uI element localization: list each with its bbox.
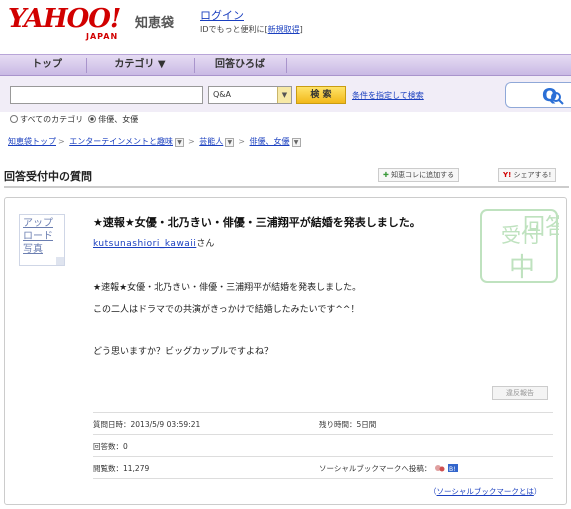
bookmark-icons[interactable]: B! [434, 463, 460, 473]
login-link[interactable]: ログイン [200, 7, 244, 23]
meta-divider [93, 412, 553, 413]
avatar-corner [56, 257, 64, 265]
nav-tab-top[interactable]: トップ [14, 55, 80, 75]
stamp-text: 中 [509, 253, 535, 283]
yahoo-share-icon: Y! [503, 171, 512, 179]
scope-all-label: すべてのカテゴリ [20, 115, 84, 124]
chevron-down-icon[interactable]: ▼ [225, 138, 235, 147]
section-divider [4, 186, 569, 188]
login-sub-prefix: IDでもっと便利に[ [200, 25, 268, 34]
service-name: 知恵袋 [135, 16, 175, 31]
question-title: ★速報★女優・北乃きい・俳優・三浦翔平が結婚を発表しました。 [93, 216, 421, 229]
bookmark-link-prefix: （ [429, 487, 437, 496]
question-body-line: どう思いますか？ビッグカップルですよね？ [93, 347, 274, 357]
search-input[interactable] [10, 86, 203, 104]
share-button[interactable]: Y! シェアする! [498, 168, 557, 182]
breadcrumb-item[interactable]: 知恵袋トップ [8, 137, 56, 146]
nav-tab-category[interactable]: カテゴリ ▼ [92, 55, 188, 75]
view-count: 閲覧数：11,279 [93, 464, 150, 473]
avatar-text-line: 写真 [23, 244, 43, 255]
accepting-answers-stamp: 受付 回答 中 [480, 209, 559, 283]
asker: kutsunashiori_kawaiiさん [93, 236, 214, 249]
chevron-down-icon: ▼ [277, 87, 291, 103]
question-card: アップ ロード 写真 ★速報★女優・北乃きい・俳優・三浦翔平が結婚を発表しました… [4, 197, 567, 505]
social-bookmark-help: （ソーシャルブックマークとは） [429, 486, 541, 497]
meta-divider [93, 434, 553, 435]
chevron-down-icon[interactable]: ▼ [175, 138, 185, 147]
section-title: 回答受付中の質問 [4, 170, 92, 183]
meta-divider [93, 456, 553, 457]
search-type-value: Q&A [213, 90, 232, 99]
breadcrumb-item[interactable]: エンターテインメントと趣味 [69, 137, 173, 146]
register-link[interactable]: 新規取得 [268, 25, 300, 34]
question-body-line: この二人はドラマでの共演がきっかけで結婚したみたいです^^！ [93, 305, 360, 315]
login-sub: IDでもっと便利に[新規取得] [200, 24, 303, 35]
meta-divider [93, 478, 553, 479]
avatar-placeholder-text: アップ ロード 写真 [23, 217, 53, 256]
breadcrumb-item[interactable]: 芸能人 [199, 137, 223, 146]
nav-tab-answer-plaza[interactable]: 回答ひろば [200, 55, 280, 75]
breadcrumb-separator: > [238, 137, 245, 146]
login-sub-suffix: ] [299, 25, 303, 34]
logo-sub: JAPAN [86, 32, 119, 41]
scope-current-label: 俳優、女優 [98, 115, 139, 124]
svg-text:B!: B! [449, 466, 456, 473]
report-button[interactable]: 違反報告 [492, 386, 548, 400]
avatar[interactable]: アップ ロード 写真 [19, 214, 65, 266]
breadcrumb: 知恵袋トップ > エンターテインメントと趣味 ▼ > 芸能人 ▼ > 俳優、女優 ▼ [8, 136, 303, 147]
breadcrumb-separator: > [188, 137, 195, 146]
stamp-text: 回答 [523, 215, 559, 240]
main-nav: トップ カテゴリ ▼ 回答ひろば [0, 54, 571, 76]
yahoo-japan-logo[interactable]: YAHOO! JAPAN [8, 4, 130, 42]
question-body-line: ★速報★女優・北乃きい・俳優・三浦翔平が結婚を発表しました。 [93, 283, 362, 293]
answer-count: 回答数：0 [93, 442, 128, 451]
bookmark-link-suffix: ） [533, 487, 542, 496]
add-to-collection-label: 知恵コレに追加する [391, 171, 455, 179]
advanced-search-link[interactable]: 条件を指定して検索 [352, 90, 424, 101]
add-to-collection-button[interactable]: ✚ 知恵コレに追加する [378, 168, 460, 182]
search-scope: すべてのカテゴリ 俳優、女優 [10, 114, 138, 125]
logo-text: YAHOO! [8, 4, 121, 34]
search-icon [551, 92, 564, 105]
breadcrumb-item[interactable]: 俳優、女優 [250, 137, 290, 146]
radio-all-categories[interactable] [10, 115, 18, 123]
search-button[interactable]: 検 索 [296, 86, 346, 104]
plus-icon: ✚ [383, 171, 389, 179]
search-bar: Q&A ▼ 検 索 条件を指定して検索 Q [0, 76, 571, 112]
asker-suffix: さん [196, 239, 215, 249]
posted-date: 質問日時：2013/5/9 03:59:21 [93, 420, 201, 429]
time-remaining: 残り時間：5日間 [319, 420, 377, 429]
question-search-button[interactable]: Q [505, 82, 571, 108]
breadcrumb-separator: > [58, 137, 65, 146]
asker-name-link[interactable]: kutsunashiori_kawaii [93, 239, 196, 249]
social-bookmark: ソーシャルブックマークへ投稿： B! [319, 463, 460, 474]
nav-separator [194, 58, 195, 73]
social-bookmark-help-link[interactable]: ソーシャルブックマークとは [437, 487, 534, 496]
avatar-text-line: ロード [23, 231, 53, 242]
chevron-down-icon[interactable]: ▼ [291, 138, 301, 147]
radio-current-category[interactable] [88, 115, 97, 123]
nav-separator [286, 58, 287, 73]
share-label: シェアする! [513, 171, 552, 179]
avatar-text-line: アップ [23, 218, 53, 229]
search-type-select[interactable]: Q&A ▼ [208, 86, 292, 104]
header: YAHOO! JAPAN 知恵袋 ログイン IDでもっと便利に[新規取得] [0, 0, 571, 50]
social-bookmark-label: ソーシャルブックマークへ投稿： [319, 464, 432, 473]
nav-separator [86, 58, 87, 73]
